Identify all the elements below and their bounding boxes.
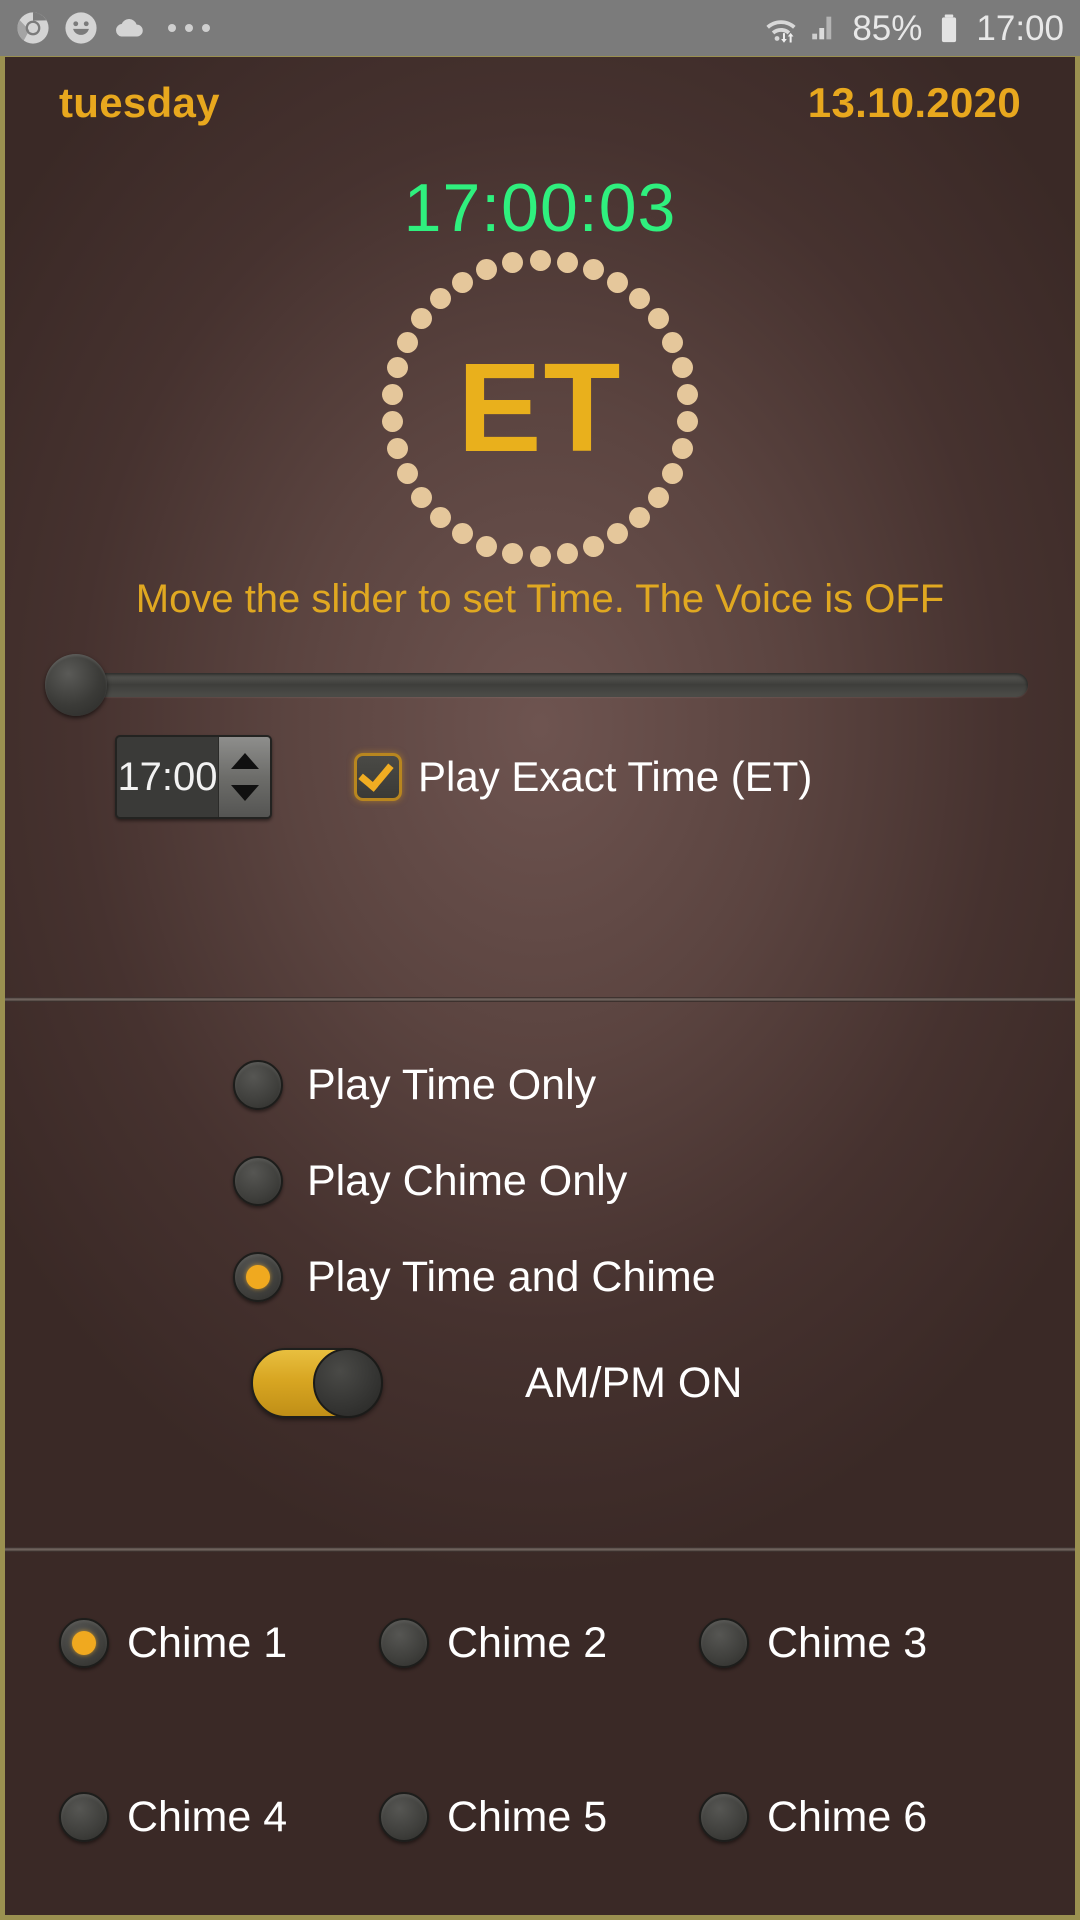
radio-label[interactable]: Play Time Only bbox=[307, 1061, 596, 1110]
chime-label[interactable]: Chime 5 bbox=[447, 1793, 607, 1842]
overflow-dots-icon bbox=[168, 24, 210, 32]
cloud-icon bbox=[116, 19, 143, 37]
radio-label[interactable]: Play Chime Only bbox=[307, 1157, 627, 1206]
radio-icon-selected[interactable] bbox=[59, 1618, 109, 1668]
status-bar-clock: 17:00 bbox=[976, 8, 1064, 48]
time-slider-track[interactable] bbox=[57, 673, 1028, 697]
cell-signal-icon bbox=[812, 16, 832, 40]
radio-chime-6[interactable]: Chime 6 bbox=[699, 1792, 1019, 1842]
et-logo-text: ET bbox=[457, 337, 623, 478]
chime-label[interactable]: Chime 3 bbox=[767, 1619, 927, 1668]
time-slider-thumb[interactable] bbox=[45, 654, 107, 716]
radio-icon[interactable] bbox=[59, 1792, 109, 1842]
battery-icon bbox=[942, 14, 957, 43]
chrome-icon bbox=[17, 12, 49, 44]
play-mode-section: Play Time Only Play Chime Only Play Time… bbox=[5, 1002, 1075, 1547]
radio-chime-3[interactable]: Chime 3 bbox=[699, 1618, 1019, 1668]
radio-icon-selected[interactable] bbox=[233, 1252, 283, 1302]
radio-icon[interactable] bbox=[379, 1618, 429, 1668]
radio-chime-1[interactable]: Chime 1 bbox=[59, 1618, 379, 1668]
exact-time-checkbox-label[interactable]: Play Exact Time (ET) bbox=[418, 753, 812, 801]
chime-label[interactable]: Chime 6 bbox=[767, 1793, 927, 1842]
radio-chime-2[interactable]: Chime 2 bbox=[379, 1618, 699, 1668]
ampm-toggle-label: AM/PM ON bbox=[525, 1358, 743, 1407]
radio-play-time-only[interactable]: Play Time Only bbox=[233, 1060, 1075, 1110]
radio-icon[interactable] bbox=[379, 1792, 429, 1842]
smiley-icon bbox=[65, 12, 97, 44]
triangle-up-icon[interactable] bbox=[230, 753, 259, 769]
date-label: 13.10.2020 bbox=[807, 79, 1021, 126]
ampm-toggle-switch[interactable] bbox=[251, 1348, 383, 1418]
chime-label[interactable]: Chime 4 bbox=[127, 1793, 287, 1842]
time-spinner-buttons[interactable] bbox=[218, 737, 270, 817]
app-window: tuesday 13.10.2020 17:00:03 ET Move the … bbox=[0, 53, 1080, 1920]
radio-play-chime-only[interactable]: Play Chime Only bbox=[233, 1156, 1075, 1206]
play-mode-radio-group: Play Time Only Play Chime Only Play Time… bbox=[5, 1002, 1075, 1302]
chime-label[interactable]: Chime 1 bbox=[127, 1619, 287, 1668]
date-row: tuesday 13.10.2020 bbox=[5, 79, 1075, 127]
spinner-checkbox-row: 17:00 Play Exact Time (ET) bbox=[5, 735, 1075, 819]
radio-icon[interactable] bbox=[699, 1792, 749, 1842]
exact-time-checkbox[interactable]: Play Exact Time (ET) bbox=[354, 753, 812, 801]
radio-icon[interactable] bbox=[233, 1060, 283, 1110]
radio-icon[interactable] bbox=[699, 1618, 749, 1668]
checkmark-icon[interactable] bbox=[354, 753, 402, 801]
ampm-toggle-row: AM/PM ON bbox=[5, 1348, 1075, 1418]
time-section: tuesday 13.10.2020 17:00:03 ET Move the … bbox=[5, 57, 1075, 997]
battery-percent-label: 85% bbox=[852, 8, 923, 48]
radio-play-time-and-chime[interactable]: Play Time and Chime bbox=[233, 1252, 1075, 1302]
chime-row-2: Chime 4 Chime 5 Chime 6 bbox=[5, 1792, 1075, 1842]
weekday-label: tuesday bbox=[59, 79, 220, 126]
time-spinner[interactable]: 17:00 bbox=[115, 735, 272, 819]
radio-icon[interactable] bbox=[233, 1156, 283, 1206]
chime-section: Chime 1 Chime 2 Chime 3 Chime 4 Chime 5 bbox=[5, 1552, 1075, 1842]
toggle-knob[interactable] bbox=[313, 1348, 383, 1418]
slider-hint-label: Move the slider to set Time. The Voice i… bbox=[135, 577, 945, 621]
chime-row-1: Chime 1 Chime 2 Chime 3 bbox=[5, 1618, 1075, 1668]
wifi-data-icon bbox=[766, 20, 796, 43]
radio-label[interactable]: Play Time and Chime bbox=[307, 1253, 716, 1302]
status-bar-notification-icons bbox=[16, 11, 210, 45]
status-bar: 85% 17:00 bbox=[0, 0, 1080, 56]
status-bar-system-icons: 85% 17:00 bbox=[764, 11, 1064, 46]
triangle-down-icon[interactable] bbox=[230, 785, 259, 801]
chime-label[interactable]: Chime 2 bbox=[447, 1619, 607, 1668]
radio-chime-4[interactable]: Chime 4 bbox=[59, 1792, 379, 1842]
live-clock: 17:00:03 bbox=[403, 170, 677, 246]
time-spinner-value[interactable]: 17:00 bbox=[117, 737, 218, 817]
time-slider[interactable] bbox=[27, 649, 1053, 719]
et-logo: ET bbox=[382, 249, 698, 567]
radio-chime-5[interactable]: Chime 5 bbox=[379, 1792, 699, 1842]
